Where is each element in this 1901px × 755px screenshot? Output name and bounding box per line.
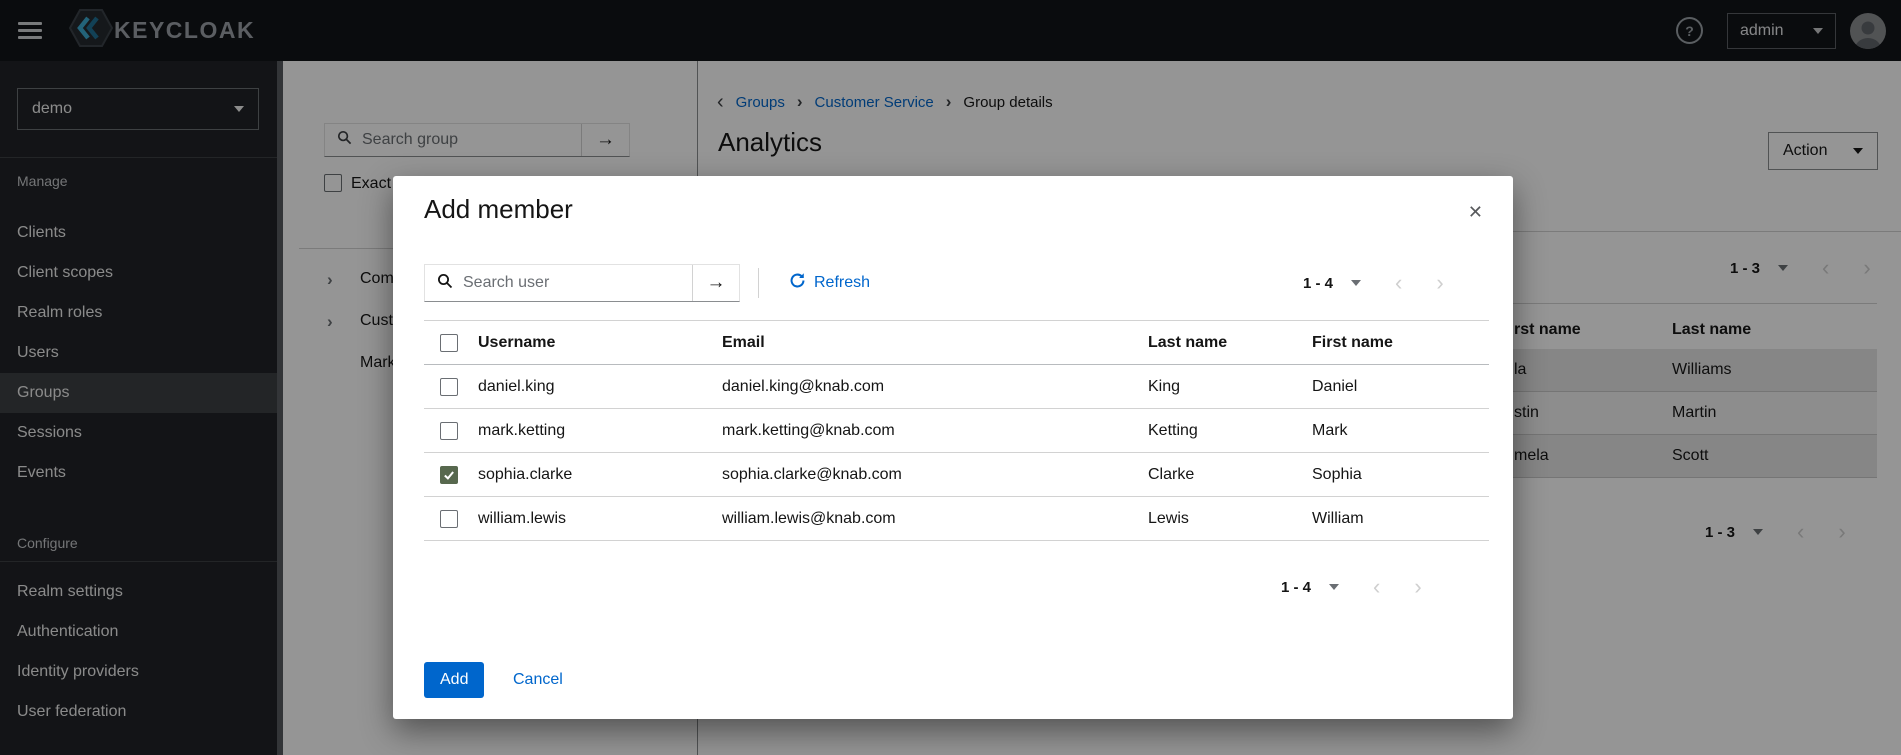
- pagination-options-icon[interactable]: [1351, 280, 1361, 286]
- header-email: Email: [722, 334, 765, 351]
- refresh-icon: [789, 272, 806, 294]
- user-search: →: [424, 264, 740, 302]
- user-search-submit-button[interactable]: →: [692, 265, 739, 301]
- cell-last-name: King: [1148, 378, 1180, 395]
- cell-last-name: Ketting: [1148, 422, 1198, 439]
- select-all-checkbox[interactable]: [440, 334, 458, 352]
- cell-last-name: Lewis: [1148, 510, 1189, 527]
- search-icon: [437, 273, 453, 294]
- pagination-prev-icon[interactable]: ‹: [1373, 576, 1380, 598]
- pagination-range: 1 - 4: [1303, 275, 1333, 292]
- add-button[interactable]: Add: [424, 662, 484, 698]
- header-last-name: Last name: [1148, 334, 1227, 351]
- table-row: daniel.king daniel.king@knab.com King Da…: [424, 365, 1489, 409]
- row-checkbox[interactable]: [440, 422, 458, 440]
- cell-first-name: Sophia: [1312, 466, 1362, 483]
- users-table: Username Email Last name First name dani…: [424, 320, 1489, 541]
- cell-username: william.lewis: [478, 510, 566, 527]
- add-member-modal: Add member ✕ → Refresh 1 - 4: [393, 176, 1513, 719]
- table-row: sophia.clarke sophia.clarke@knab.com Cla…: [424, 453, 1489, 497]
- header-username: Username: [478, 334, 555, 351]
- header-first-name: First name: [1312, 334, 1393, 351]
- refresh-label: Refresh: [814, 274, 870, 292]
- pagination-next-icon[interactable]: ›: [1436, 272, 1443, 294]
- modal-pagination-bottom: 1 - 4 ‹ ›: [1281, 576, 1422, 598]
- row-checkbox[interactable]: [440, 378, 458, 396]
- cell-email: mark.ketting@knab.com: [722, 422, 895, 439]
- modal-pagination-top: 1 - 4 ‹ ›: [1303, 272, 1444, 294]
- pagination-options-icon[interactable]: [1329, 584, 1339, 590]
- cell-username: mark.ketting: [478, 422, 565, 439]
- keycloak-admin-screen: KEYCLOAK ? admin demo Manage Clients: [0, 0, 1901, 755]
- cell-username: daniel.king: [478, 378, 555, 395]
- modal-title: Add member: [424, 194, 573, 225]
- cell-email: sophia.clarke@knab.com: [722, 466, 902, 483]
- toolbar-divider: [758, 268, 759, 298]
- table-row: mark.ketting mark.ketting@knab.com Ketti…: [424, 409, 1489, 453]
- cell-email: daniel.king@knab.com: [722, 378, 884, 395]
- cell-email: william.lewis@knab.com: [722, 510, 896, 527]
- row-checkbox[interactable]: [440, 466, 458, 484]
- users-table-header: Username Email Last name First name: [424, 321, 1489, 365]
- close-icon[interactable]: ✕: [1468, 202, 1483, 223]
- user-search-input[interactable]: [461, 273, 692, 293]
- cell-first-name: Daniel: [1312, 378, 1357, 395]
- cell-username: sophia.clarke: [478, 466, 572, 483]
- pagination-next-icon[interactable]: ›: [1414, 576, 1421, 598]
- cancel-button[interactable]: Cancel: [507, 670, 569, 690]
- cell-last-name: Clarke: [1148, 466, 1194, 483]
- row-checkbox[interactable]: [440, 510, 458, 528]
- table-row: william.lewis william.lewis@knab.com Lew…: [424, 497, 1489, 541]
- pagination-prev-icon[interactable]: ‹: [1395, 272, 1402, 294]
- cell-first-name: William: [1312, 510, 1364, 527]
- pagination-range: 1 - 4: [1281, 579, 1311, 596]
- refresh-button[interactable]: Refresh: [789, 272, 870, 294]
- cell-first-name: Mark: [1312, 422, 1348, 439]
